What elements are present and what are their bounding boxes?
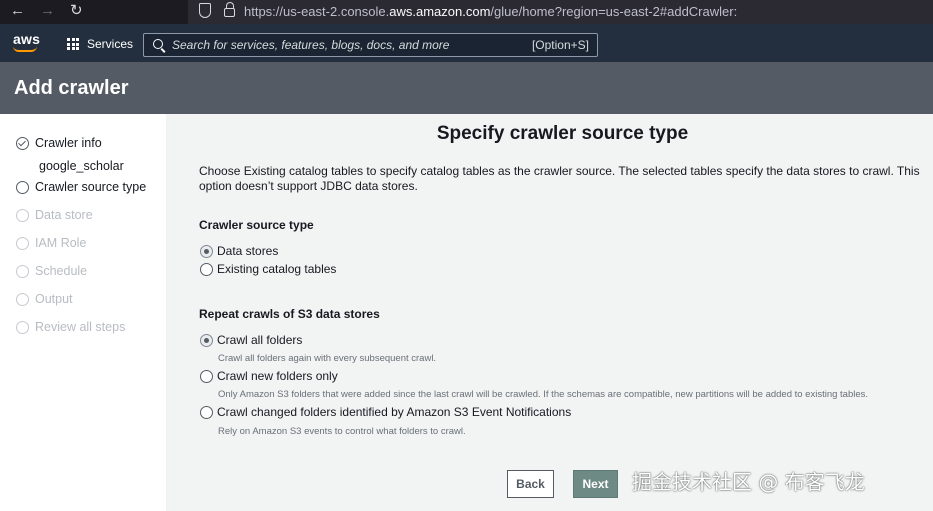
back-button[interactable]: Back: [507, 470, 554, 498]
back-arrow-icon[interactable]: ←: [10, 2, 25, 20]
services-label: Services: [87, 37, 134, 51]
aws-console-header: aws Services [Option+S]: [0, 24, 933, 62]
radio-crawl-changed-folders[interactable]: Crawl changed folders identified by Amaz…: [200, 405, 571, 419]
page-title: Add crawler: [14, 77, 129, 99]
step-label: Crawler source type: [35, 180, 147, 194]
radio-crawl-new-folders-only[interactable]: Crawl new folders only: [200, 369, 338, 383]
radio-label: Crawl all folders: [217, 333, 303, 347]
services-menu-button[interactable]: Services: [67, 37, 133, 51]
shield-icon[interactable]: [199, 3, 211, 18]
repeat-crawls-label: Repeat crawls of S3 data stores: [199, 307, 380, 321]
aws-logo-smile: [13, 46, 37, 52]
circle-icon: [16, 180, 29, 194]
step-label: Output: [35, 292, 73, 306]
address-bar[interactable]: https://us-east-2.console.aws.amazon.com…: [188, 0, 933, 24]
search-input[interactable]: [172, 37, 522, 53]
reload-icon[interactable]: ↻: [70, 2, 83, 20]
step-crawler-source-type[interactable]: Crawler source type: [16, 180, 146, 194]
crawler-name-value: google_scholar: [39, 159, 124, 173]
page-header: Add crawler: [0, 62, 933, 114]
step-review-all-steps: Review all steps: [16, 320, 125, 334]
section-heading: Specify crawler source type: [436, 123, 689, 144]
circle-icon: [16, 264, 29, 278]
search-icon: [153, 39, 163, 49]
step-label: Schedule: [35, 264, 88, 278]
step-label: Review all steps: [35, 320, 126, 334]
url-text[interactable]: https://us-east-2.console.aws.amazon.com…: [244, 4, 737, 19]
check-circle-icon: [16, 136, 29, 150]
grid-icon: [67, 38, 79, 50]
step-label: Crawler info: [35, 136, 102, 150]
browser-toolbar: ← → ↻ https://us-east-2.console.aws.amaz…: [0, 0, 933, 24]
radio-label: Crawl changed folders identified by Amaz…: [217, 405, 572, 419]
step-output: Output: [16, 292, 73, 306]
aws-logo[interactable]: aws: [13, 31, 40, 47]
search-shortcut-hint: [Option+S]: [531, 38, 589, 52]
radio-icon[interactable]: [200, 369, 213, 383]
radio-selected-icon[interactable]: [200, 333, 213, 347]
watermark: 掘金技术社区 @ 布客飞龙: [632, 470, 865, 494]
option-hint: Only Amazon S3 folders that were added s…: [218, 389, 869, 400]
radio-icon[interactable]: [200, 262, 213, 276]
radio-label: Crawl new folders only: [217, 369, 338, 383]
wizard-steps-sidebar: Crawler info google_scholar Crawler sour…: [0, 114, 166, 511]
circle-icon: [16, 236, 29, 250]
next-button[interactable]: Next: [573, 470, 618, 498]
step-schedule: Schedule: [16, 264, 87, 278]
radio-icon[interactable]: [200, 405, 213, 419]
step-crawler-info[interactable]: Crawler info: [16, 136, 102, 150]
crawler-source-type-label: Crawler source type: [199, 218, 314, 232]
circle-icon: [16, 208, 29, 222]
lock-icon[interactable]: [224, 2, 235, 17]
search-bar[interactable]: [Option+S]: [143, 33, 598, 57]
circle-icon: [16, 320, 29, 334]
radio-label: Existing catalog tables: [217, 262, 337, 276]
radio-crawl-all-folders[interactable]: Crawl all folders: [200, 333, 302, 347]
main-content: Specify crawler source type Choose Exist…: [166, 114, 933, 511]
radio-selected-icon[interactable]: [200, 244, 213, 258]
step-iam-role: IAM Role: [16, 236, 86, 250]
step-label: IAM Role: [35, 236, 87, 250]
radio-data-stores[interactable]: Data stores: [200, 244, 278, 258]
radio-label: Data stores: [217, 244, 279, 258]
step-data-store: Data store: [16, 208, 93, 222]
step-label: Data store: [35, 208, 93, 222]
option-hint: Rely on Amazon S3 events to control what…: [218, 426, 466, 437]
section-description: Choose Existing catalog tables to specif…: [199, 164, 920, 193]
forward-arrow-icon[interactable]: →: [40, 2, 55, 20]
radio-existing-catalog-tables[interactable]: Existing catalog tables: [200, 262, 336, 276]
option-hint: Crawl all folders again with every subse…: [218, 353, 437, 364]
circle-icon: [16, 292, 29, 306]
